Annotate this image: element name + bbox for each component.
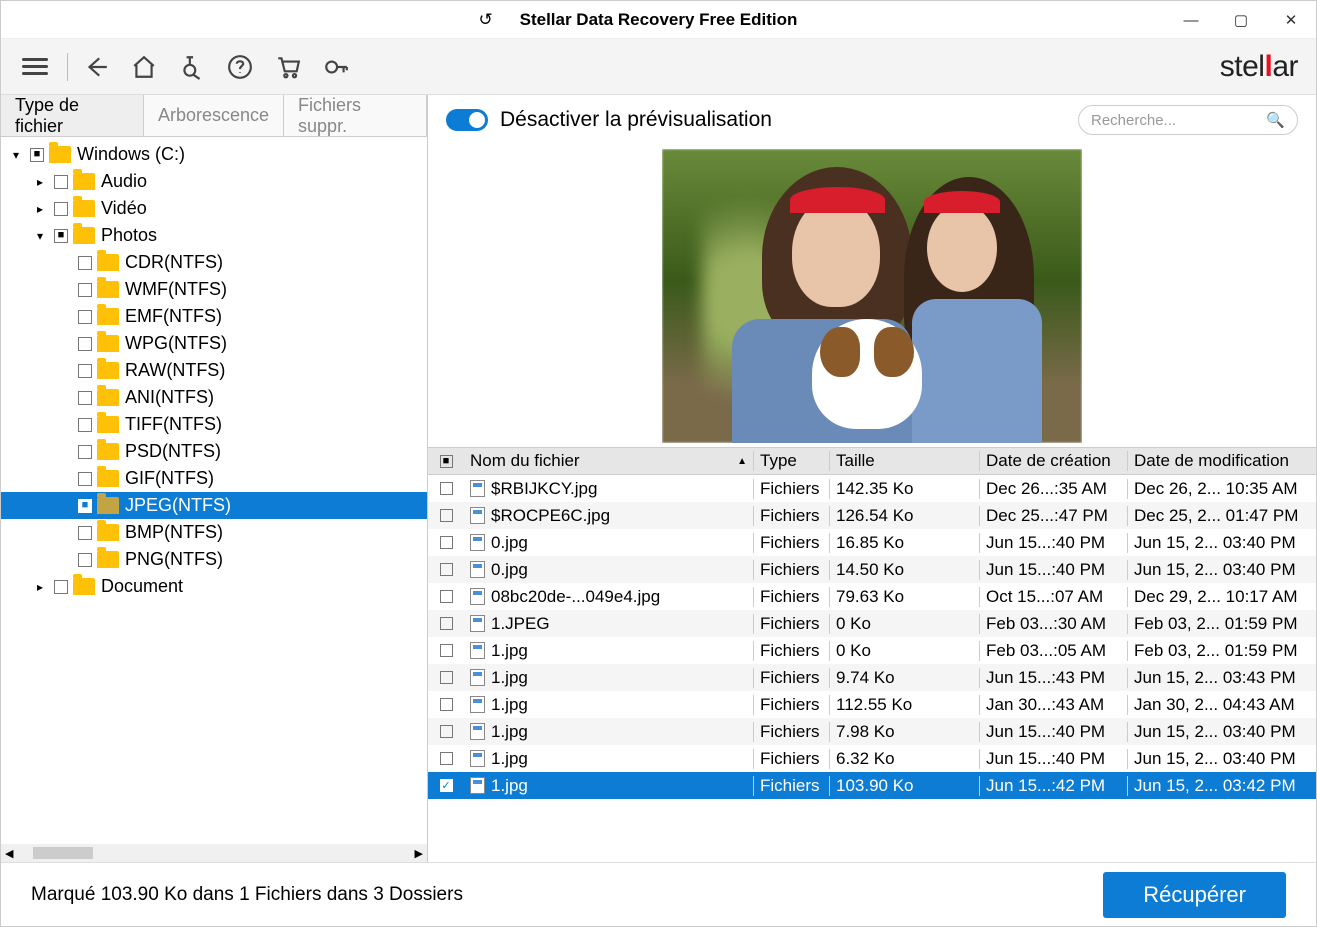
maximize-button[interactable]: ▢ [1216,1,1266,39]
row-checkbox[interactable] [440,644,453,657]
close-button[interactable]: ✕ [1266,1,1316,39]
tree-item[interactable]: GIF(NTFS) [1,465,427,492]
row-checkbox[interactable] [440,617,453,630]
file-icon [470,777,485,794]
cart-button[interactable] [266,45,310,89]
tree-item[interactable]: EMF(NTFS) [1,303,427,330]
minimize-button[interactable]: — [1166,1,1216,39]
table-row[interactable]: 0.jpg Fichiers 14.50 Ko Jun 15...:40 PM … [428,556,1316,583]
tree-item[interactable]: PSD(NTFS) [1,438,427,465]
help-button[interactable] [218,45,262,89]
file-icon [470,669,485,686]
preview-toggle-label: Désactiver la prévisualisation [500,108,772,132]
file-icon [470,696,485,713]
tree-item[interactable]: ▸Audio [1,168,427,195]
table-row[interactable]: 1.jpg Fichiers 9.74 Ko Jun 15...:43 PM J… [428,664,1316,691]
file-icon [470,507,485,524]
file-icon [470,480,485,497]
horizontal-scrollbar[interactable]: ◀▶ [1,844,427,862]
back-button[interactable] [74,45,118,89]
titlebar: ↺ Stellar Data Recovery Free Edition — ▢… [1,1,1316,39]
search-input[interactable]: Recherche... 🔍 [1078,105,1298,135]
table-row[interactable]: 08bc20de-...049e4.jpg Fichiers 79.63 Ko … [428,583,1316,610]
row-checkbox[interactable] [440,563,453,576]
toolbar: stellar [1,39,1316,95]
row-checkbox[interactable] [440,509,453,522]
window-title: Stellar Data Recovery Free Edition [520,10,798,30]
table-row[interactable]: 1.jpg Fichiers 7.98 Ko Jun 15...:40 PM J… [428,718,1316,745]
file-icon [470,723,485,740]
row-checkbox[interactable] [440,752,453,765]
table-row[interactable]: 0.jpg Fichiers 16.85 Ko Jun 15...:40 PM … [428,529,1316,556]
tree-item[interactable]: PNG(NTFS) [1,546,427,573]
tab-file-type[interactable]: Type de fichier [1,95,144,136]
col-type[interactable]: Type [754,451,830,471]
table-row[interactable]: $RBIJKCY.jpg Fichiers 142.35 Ko Dec 26..… [428,475,1316,502]
brand-logo: stellar [1220,50,1298,84]
activate-button[interactable] [314,45,358,89]
search-placeholder: Recherche... [1091,112,1266,129]
file-table[interactable]: ■ Nom du fichier▲ Type Taille Date de cr… [428,447,1316,862]
tree-item[interactable]: TIFF(NTFS) [1,411,427,438]
file-icon [470,615,485,632]
col-created[interactable]: Date de création [980,451,1128,471]
tree-item[interactable]: ▸Vidéo [1,195,427,222]
select-all-checkbox[interactable]: ■ [440,455,453,468]
table-row[interactable]: 1.JPEG Fichiers 0 Ko Feb 03...:30 AM Feb… [428,610,1316,637]
deep-scan-button[interactable] [170,45,214,89]
table-header: ■ Nom du fichier▲ Type Taille Date de cr… [428,448,1316,475]
folder-tree[interactable]: ▾■Windows (C:)▸Audio▸Vidéo▾■PhotosCDR(NT… [1,137,427,844]
tree-item[interactable]: BMP(NTFS) [1,519,427,546]
row-checkbox[interactable] [440,671,453,684]
tab-deleted[interactable]: Fichiers suppr. [284,95,427,136]
file-icon [470,750,485,767]
row-checkbox[interactable] [440,482,453,495]
preview-image [428,145,1316,447]
tree-item[interactable]: WPG(NTFS) [1,330,427,357]
status-text: Marqué 103.90 Ko dans 1 Fichiers dans 3 … [31,884,463,906]
home-button[interactable] [122,45,166,89]
table-row[interactable]: 1.jpg Fichiers 0 Ko Feb 03...:05 AM Feb … [428,637,1316,664]
search-icon: 🔍 [1266,111,1285,129]
tree-item[interactable]: ▾■Windows (C:) [1,141,427,168]
table-row[interactable]: 1.jpg Fichiers 112.55 Ko Jan 30...:43 AM… [428,691,1316,718]
undo-icon: ↺ [479,10,493,30]
col-filename[interactable]: Nom du fichier▲ [464,451,754,471]
table-row[interactable]: $ROCPE6C.jpg Fichiers 126.54 Ko Dec 25..… [428,502,1316,529]
preview-toggle[interactable] [446,109,488,131]
tree-item[interactable]: WMF(NTFS) [1,276,427,303]
row-checkbox[interactable] [440,725,453,738]
file-icon [470,561,485,578]
file-icon [470,642,485,659]
row-checkbox[interactable] [440,779,453,792]
recover-button[interactable]: Récupérer [1103,872,1286,918]
menu-button[interactable] [13,45,57,89]
col-size[interactable]: Taille [830,451,980,471]
row-checkbox[interactable] [440,590,453,603]
tree-item[interactable]: RAW(NTFS) [1,357,427,384]
tree-item[interactable]: ■JPEG(NTFS) [1,492,427,519]
file-icon [470,534,485,551]
tree-item[interactable]: ▸Document [1,573,427,600]
row-checkbox[interactable] [440,536,453,549]
tree-item[interactable]: CDR(NTFS) [1,249,427,276]
file-icon [470,588,485,605]
row-checkbox[interactable] [440,698,453,711]
tab-tree-view[interactable]: Arborescence [144,95,284,136]
tree-item[interactable]: ▾■Photos [1,222,427,249]
col-modified[interactable]: Date de modification [1128,451,1316,471]
table-row[interactable]: 1.jpg Fichiers 6.32 Ko Jun 15...:40 PM J… [428,745,1316,772]
table-row[interactable]: 1.jpg Fichiers 103.90 Ko Jun 15...:42 PM… [428,772,1316,799]
tree-item[interactable]: ANI(NTFS) [1,384,427,411]
